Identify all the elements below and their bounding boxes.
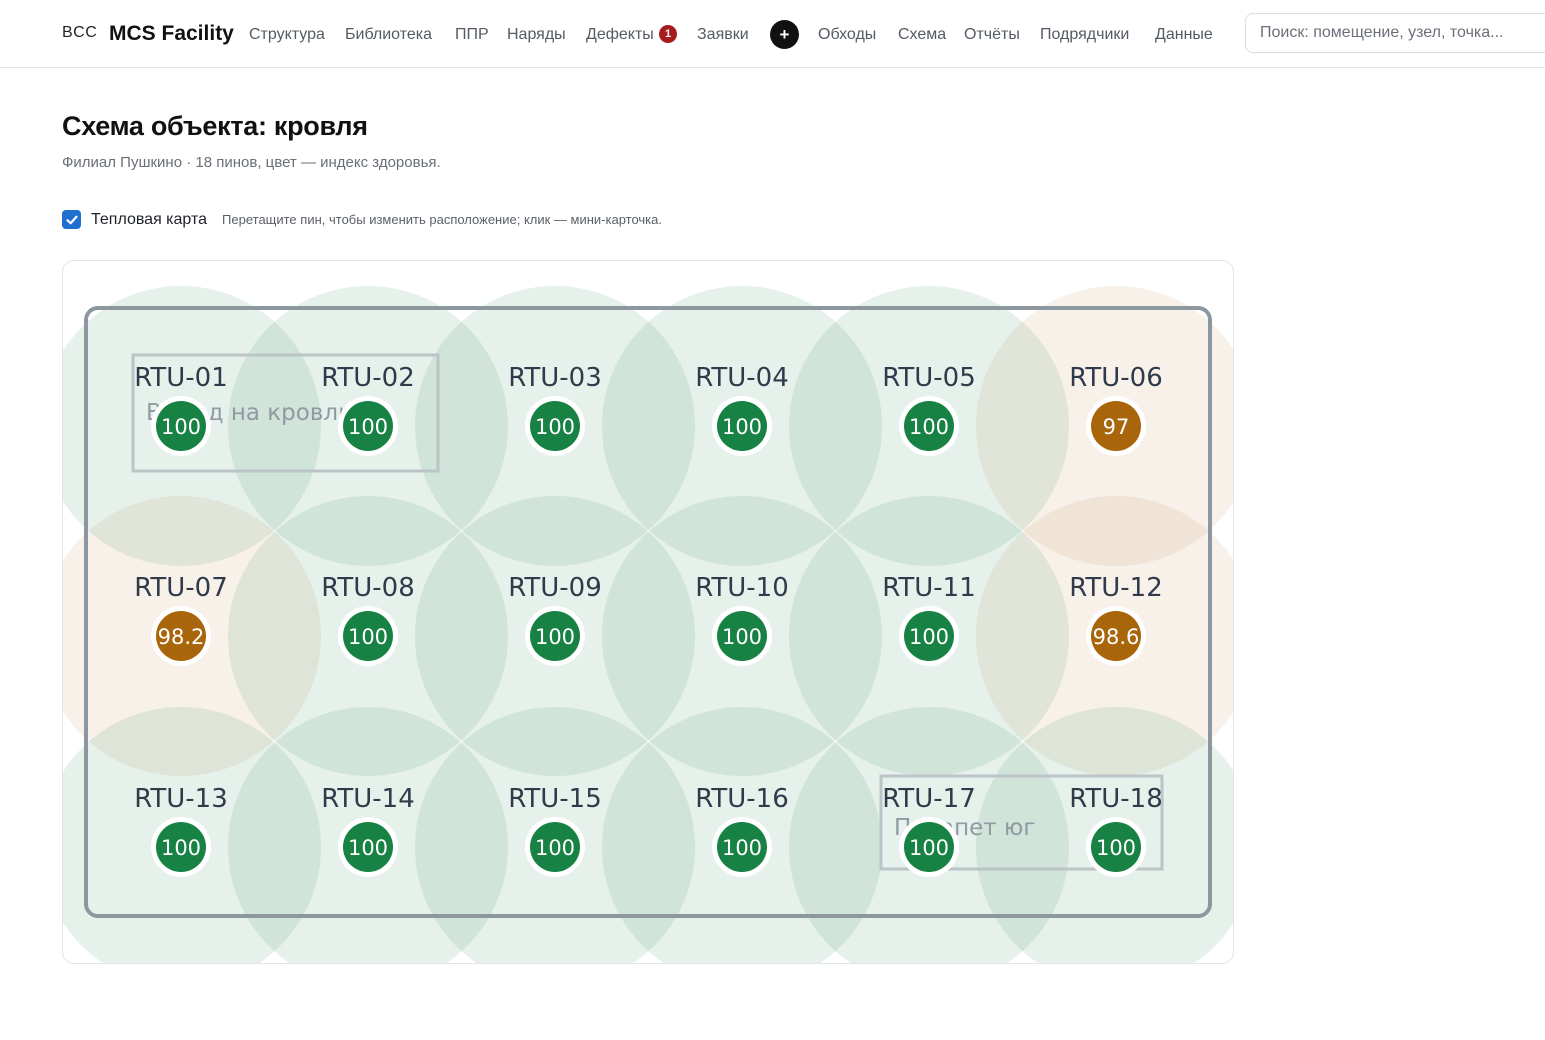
brand-app-name[interactable]: MCS Facility xyxy=(109,22,234,46)
search-input[interactable] xyxy=(1245,13,1545,53)
pin-label: RTU-05 xyxy=(882,363,976,393)
pin-health-index: 100 xyxy=(348,836,388,860)
pin-health-index: 100 xyxy=(1096,836,1136,860)
nav-item-scheme[interactable]: Схема xyxy=(898,26,946,44)
heatmap-layer xyxy=(63,286,1233,963)
pin-label: RTU-06 xyxy=(1069,363,1163,393)
roof-scheme-canvas[interactable]: Выход на кровлю Парапет юг RTU-01100RTU-… xyxy=(63,261,1234,964)
pin-health-index: 100 xyxy=(161,836,201,860)
pin-label: RTU-01 xyxy=(134,363,228,393)
roof-scheme-map[interactable]: Выход на кровлю Парапет юг RTU-01 100 RTU-… xyxy=(62,260,1234,964)
pin-health-index: 100 xyxy=(722,415,762,439)
pin-health-index: 100 xyxy=(348,415,388,439)
pin-health-index: 100 xyxy=(722,625,762,649)
pin-label: RTU-03 xyxy=(508,363,602,393)
pin-health-index: 100 xyxy=(161,415,201,439)
heatmap-hint: Перетащите пин, чтобы изменить расположе… xyxy=(222,212,662,227)
pin-label: RTU-08 xyxy=(321,573,415,603)
nav-item-contractors[interactable]: Подрядчики xyxy=(1040,26,1129,44)
pin-health-index: 100 xyxy=(722,836,762,860)
page-subtitle: Филиал Пушкино · 18 пинов, цвет — индекс… xyxy=(62,154,441,171)
pin-label: RTU-13 xyxy=(134,784,228,814)
pin-label: RTU-15 xyxy=(508,784,602,814)
pin-health-index: 100 xyxy=(535,625,575,649)
pin-label: RTU-11 xyxy=(882,573,976,603)
page-title: Схема объекта: кровля xyxy=(62,111,368,141)
pin-health-index: 100 xyxy=(909,415,949,439)
nav-item-defects[interactable]: Дефекты xyxy=(586,26,654,44)
nav-item-reports[interactable]: Отчёты xyxy=(964,26,1020,44)
pin-label: RTU-10 xyxy=(695,573,789,603)
pin-health-index: 98.2 xyxy=(158,625,205,649)
heatmap-toggle-row: Тепловая карта Перетащите пин, чтобы изм… xyxy=(62,210,662,229)
pin-label: RTU-12 xyxy=(1069,573,1163,603)
pin-label: RTU-02 xyxy=(321,363,415,393)
pin-health-index: 98.6 xyxy=(1093,625,1140,649)
nav-item-data[interactable]: Данные xyxy=(1155,26,1213,44)
pin-label: RTU-14 xyxy=(321,784,415,814)
add-button[interactable]: + xyxy=(770,20,799,49)
pin-label: RTU-17 xyxy=(882,784,976,814)
checkmark-icon xyxy=(65,215,78,224)
heatmap-label[interactable]: Тепловая карта xyxy=(91,211,207,229)
pin-health-index: 100 xyxy=(909,625,949,649)
nav-item-work-orders[interactable]: Наряды xyxy=(507,26,566,44)
pin-label: RTU-04 xyxy=(695,363,789,393)
nav-item-ppr[interactable]: ППР xyxy=(455,26,489,44)
defects-count-badge: 1 xyxy=(659,25,677,43)
brand-short-name: BCC xyxy=(62,24,98,41)
pin-health-index: 100 xyxy=(348,625,388,649)
nav-item-library[interactable]: Библиотека xyxy=(345,26,432,44)
pin-health-index: 97 xyxy=(1103,415,1130,439)
pin-label: RTU-16 xyxy=(695,784,789,814)
top-navigation-bar: BCC MCS Facility Структура Библиотека ПП… xyxy=(0,0,1545,68)
nav-item-requests[interactable]: Заявки xyxy=(697,26,749,44)
pin-label: RTU-09 xyxy=(508,573,602,603)
pin-health-index: 100 xyxy=(535,415,575,439)
heatmap-checkbox[interactable] xyxy=(62,210,81,229)
pin-label: RTU-07 xyxy=(134,573,228,603)
nav-item-rounds[interactable]: Обходы xyxy=(818,26,876,44)
nav-item-structure[interactable]: Структура xyxy=(249,26,325,44)
pin-health-index: 100 xyxy=(909,836,949,860)
pin-health-index: 100 xyxy=(535,836,575,860)
pin-label: RTU-18 xyxy=(1069,784,1163,814)
